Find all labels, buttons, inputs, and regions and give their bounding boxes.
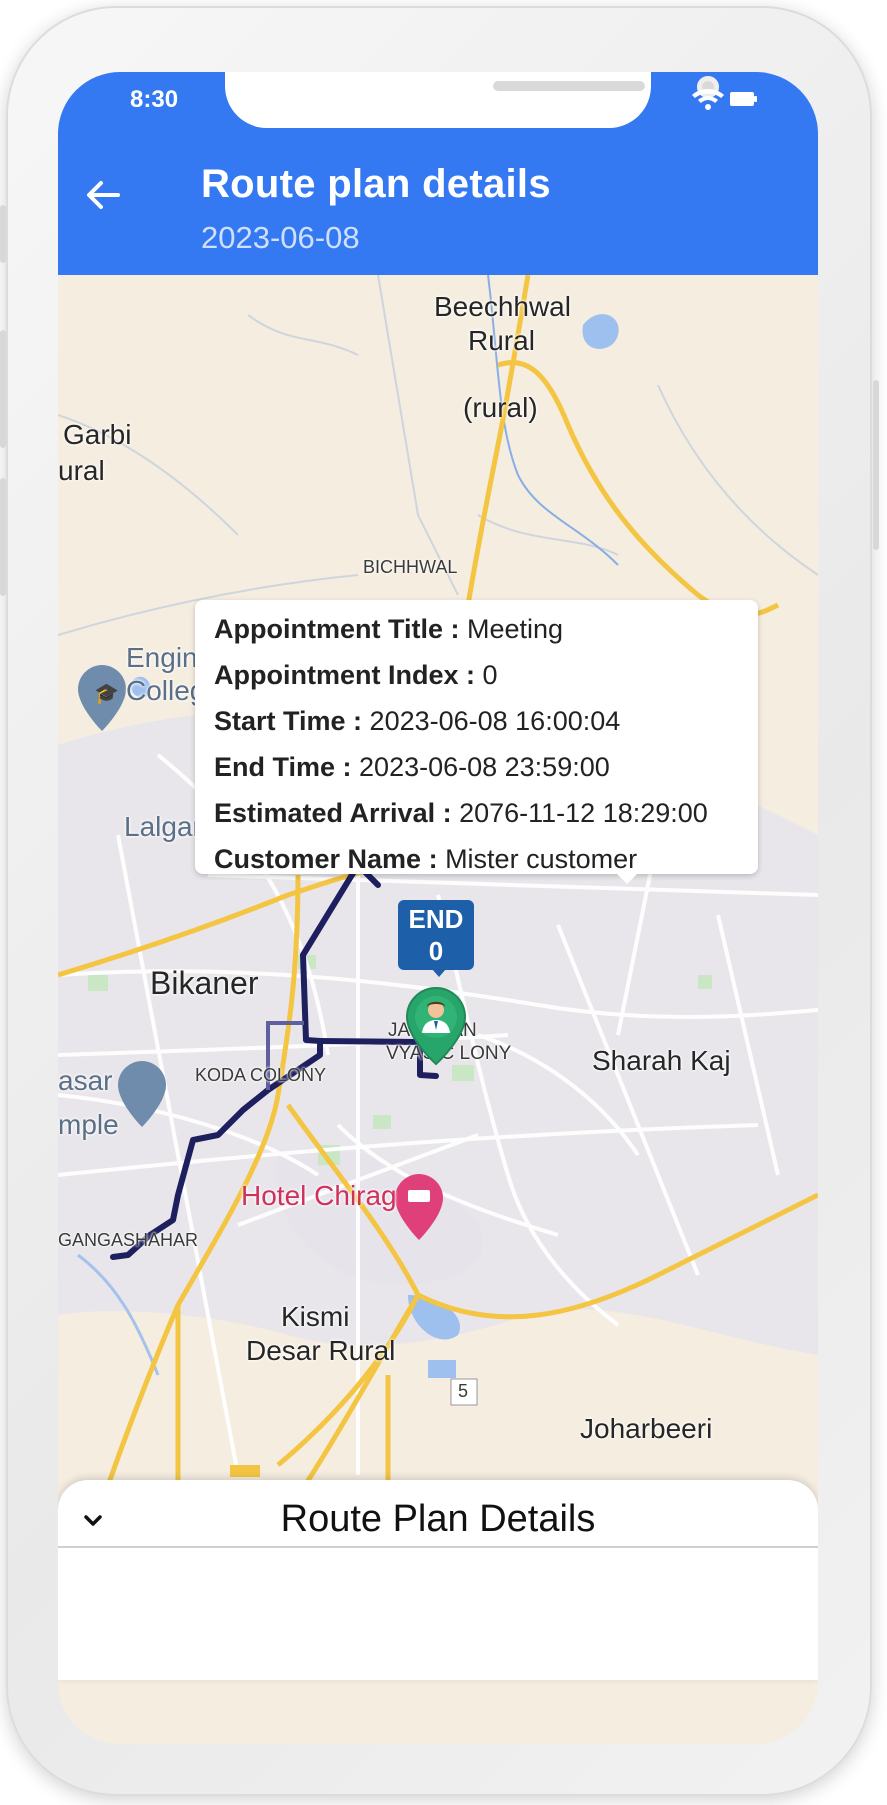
map-label-rural: Rural (468, 325, 535, 356)
back-button[interactable] (80, 172, 126, 218)
customer-pin-icon[interactable] (404, 986, 468, 1066)
info-row-appointment-title: Appointment Title : Meeting (214, 614, 563, 645)
route-plan-bottom-sheet[interactable]: Route Plan Details (58, 1480, 818, 1680)
info-label: Appointment Index : (214, 660, 475, 690)
map-label-gangashahar: GANGASHAHAR (58, 1230, 199, 1250)
end-marker-badge[interactable]: END 0 (398, 900, 474, 970)
info-label: Appointment Title : (214, 614, 460, 644)
map-label-beechhwal: Beechhwal (434, 291, 571, 322)
map-label-garbi: Garbi (63, 419, 132, 450)
page-title: Route plan details (201, 162, 551, 206)
info-label: Start Time : (214, 706, 363, 736)
info-value: Meeting (459, 614, 564, 644)
map-label-lalgar: Lalgar (124, 811, 202, 842)
page-subtitle-date: 2023-06-08 (201, 220, 360, 255)
map-label-bichhwal: BICHHWAL (363, 557, 458, 577)
info-value: 0 (474, 660, 498, 690)
map-label-mple: mple (58, 1109, 119, 1140)
map-label-colleg: Colleg (126, 675, 206, 706)
app-screen: 🎓 Beechhwal Rural (rural) Garbi ural BIC… (58, 72, 818, 1744)
map-label-joharbeeri: Joharbeeri (580, 1413, 713, 1444)
info-label: End Time : (214, 752, 352, 782)
map-label-rural-paren: (rural) (463, 392, 538, 423)
arrow-left-icon (87, 181, 120, 209)
status-bar-time: 8:30 (130, 86, 179, 113)
map-label-desar-rural: Desar Rural (246, 1335, 396, 1366)
phone-volume-down (0, 478, 6, 596)
map-label-sharah-kaj: Sharah Kaj (592, 1045, 731, 1076)
info-label: Customer Name : (214, 844, 438, 874)
svg-text:🎓: 🎓 (94, 683, 119, 705)
status-bar-icons (690, 86, 760, 112)
map-label-kismi: Kismi (281, 1301, 350, 1332)
info-value: 2076-11-12 18:29:00 (451, 798, 708, 828)
appointment-info-window[interactable]: Appointment Title : Meeting Appointment … (195, 600, 758, 884)
bottom-sheet-divider (58, 1546, 818, 1548)
map-label-asar: asar (58, 1065, 113, 1096)
info-row-start-time: Start Time : 2023-06-08 16:00:04 (214, 706, 620, 737)
map-label-bikaner: Bikaner (150, 965, 259, 1001)
map-label-koda-colony: KODA COLONY (195, 1065, 327, 1085)
battery-icon (730, 92, 757, 106)
info-value: Mister customer (437, 844, 638, 874)
map-label-ural: ural (58, 455, 105, 486)
phone-power-button (873, 380, 879, 550)
end-marker-index: 0 (428, 936, 444, 966)
info-label: Estimated Arrival : (214, 798, 452, 828)
phone-volume-up (0, 330, 6, 448)
info-value: 2023-06-08 23:59:00 (351, 752, 610, 782)
map-view[interactable]: 🎓 Beechhwal Rural (rural) Garbi ural BIC… (58, 274, 818, 1675)
wifi-icon (692, 89, 724, 110)
info-row-customer-name: Customer Name : Mister customer (214, 844, 637, 875)
road-shield-5: 5 (458, 1381, 469, 1401)
device-notch (225, 72, 719, 128)
map-label-hotel-chirag: Hotel Chirag (241, 1180, 397, 1211)
end-marker-tail (432, 969, 446, 977)
phone-side-button (0, 205, 6, 263)
notch-speaker (493, 81, 645, 91)
info-row-end-time: End Time : 2023-06-08 23:59:00 (214, 752, 610, 783)
info-row-appointment-index: Appointment Index : 0 (214, 660, 498, 691)
info-row-estimated-arrival: Estimated Arrival : 2076-11-12 18:29:00 (214, 798, 708, 829)
end-marker-label: END (408, 904, 464, 934)
bottom-sheet-title: Route Plan Details (280, 1498, 596, 1540)
info-window-tail (615, 872, 639, 884)
info-value: 2023-06-08 16:00:04 (362, 706, 621, 736)
app-bar: 8:30 Route plan details 2023-06-08 (58, 72, 818, 275)
